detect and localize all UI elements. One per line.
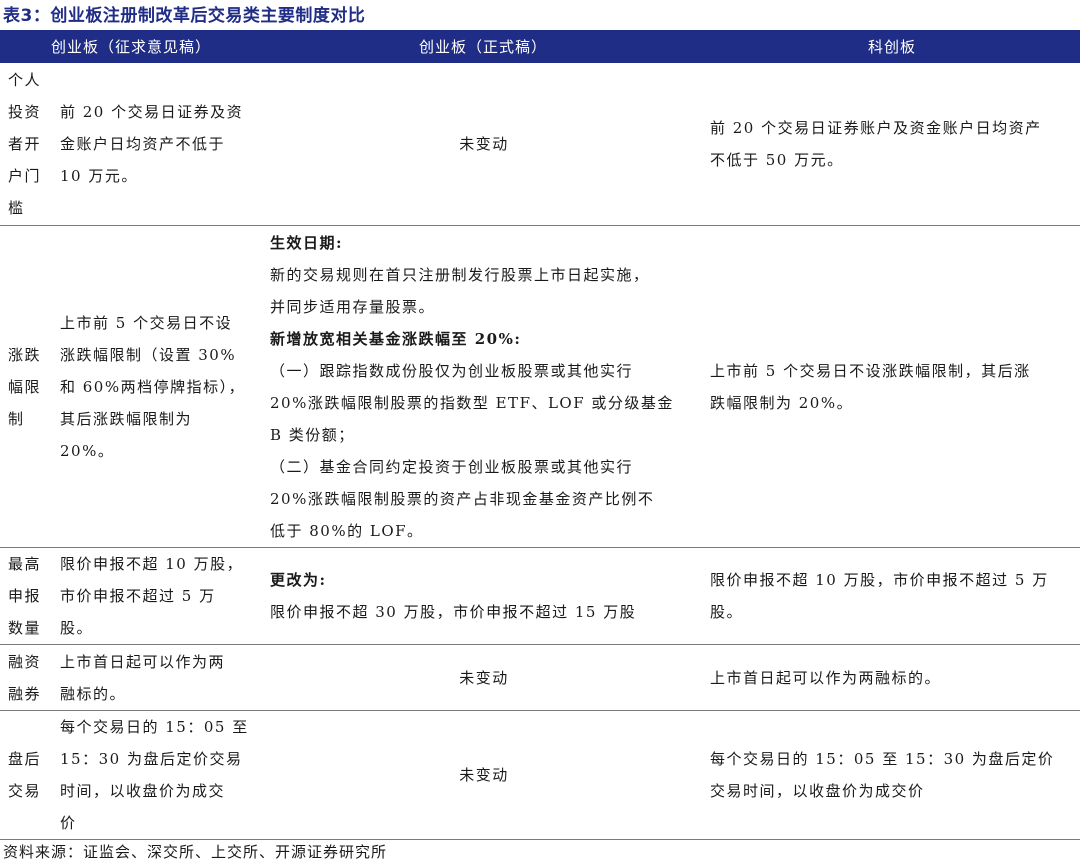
cell-star-market: 上市前 5 个交易日不设涨跌幅限制，其后涨 跌幅限制为 20%。 xyxy=(710,361,1031,412)
cell-final: 未变动 xyxy=(459,766,509,784)
table-row: 个人 投资 者开 户门 槛 前 20 个交易日证券及资 金账户日均资产不低于 1… xyxy=(0,63,1080,226)
header-col3: 科创板 xyxy=(867,38,916,56)
cell-final: 生效日期: 新的交易规则在首只注册制发行股票上市日起实施， 并同步适用存量股票。… xyxy=(262,226,704,547)
cell-final: 更改为: 限价申报不超 30 万股，市价申报不超过 15 万股 xyxy=(262,548,704,644)
cell-final: 未变动 xyxy=(459,135,509,153)
header-col2: 创业板（正式稿） xyxy=(418,38,547,56)
table-row: 盘后 交易 每个交易日的 15：05 至 15：30 为盘后定价交易 时间，以收… xyxy=(0,711,1080,840)
cell-draft: 上市前 5 个交易日不设 涨跌幅限制（设置 30% 和 60%两档停牌指标）， … xyxy=(60,313,246,460)
source-note: 资料来源：证监会、深交所、上交所、开源证券研究所 xyxy=(3,843,388,861)
effective-date-heading: 生效日期: xyxy=(270,233,344,252)
cell-star-market: 上市首日起可以作为两融标的。 xyxy=(710,668,942,687)
comparison-table: 创业板（征求意见稿） 创业板（正式稿） 科创板 个人 投资 者开 户门 槛 前 … xyxy=(0,30,1080,840)
row-label: 个人 投资 者开 户门 槛 xyxy=(8,71,42,217)
cell-star-market: 前 20 个交易日证券账户及资金账户日均资产 不低于 50 万元。 xyxy=(710,119,1042,169)
row-label: 融资 融券 xyxy=(8,652,42,703)
cell-final: 未变动 xyxy=(459,668,509,687)
cell-star-market: 限价申报不超 10 万股，市价申报不超过 5 万 股。 xyxy=(710,571,1049,621)
table-title: 表3：创业板注册制改革后交易类主要制度对比 xyxy=(3,6,366,26)
changed-to-heading: 更改为: xyxy=(270,571,327,589)
row-label: 盘后 交易 xyxy=(8,750,42,800)
cell-draft: 限价申报不超 10 万股， 市价申报不超过 5 万 股。 xyxy=(60,555,244,637)
table-header: 创业板（征求意见稿） 创业板（正式稿） 科创板 xyxy=(0,30,1080,63)
table-row: 涨跌 幅限 制 上市前 5 个交易日不设 涨跌幅限制（设置 30% 和 60%两… xyxy=(0,226,1080,548)
cell-draft: 前 20 个交易日证券及资 金账户日均资产不低于 10 万元。 xyxy=(60,103,244,185)
header-col1: 创业板（征求意见稿） xyxy=(50,38,211,56)
table-row: 融资 融券 上市首日起可以作为两 融标的。 未变动 上市首日起可以作为两融标的。 xyxy=(0,645,1080,711)
cell-draft: 每个交易日的 15：05 至 15：30 为盘后定价交易 时间，以收盘价为成交 … xyxy=(60,718,249,832)
row-label: 涨跌 幅限 制 xyxy=(8,345,42,428)
fund-limit-heading: 新增放宽相关基金涨跌幅至 20%: xyxy=(270,329,522,348)
cell-star-market: 每个交易日的 15：05 至 15：30 为盘后定价 交易时间，以收盘价为成交价 xyxy=(710,750,1055,800)
cell-draft: 上市首日起可以作为两 融标的。 xyxy=(60,652,226,703)
table-row: 最高 申报 数量 限价申报不超 10 万股， 市价申报不超过 5 万 股。 更改… xyxy=(0,548,1080,645)
row-label: 最高 申报 数量 xyxy=(8,555,42,637)
